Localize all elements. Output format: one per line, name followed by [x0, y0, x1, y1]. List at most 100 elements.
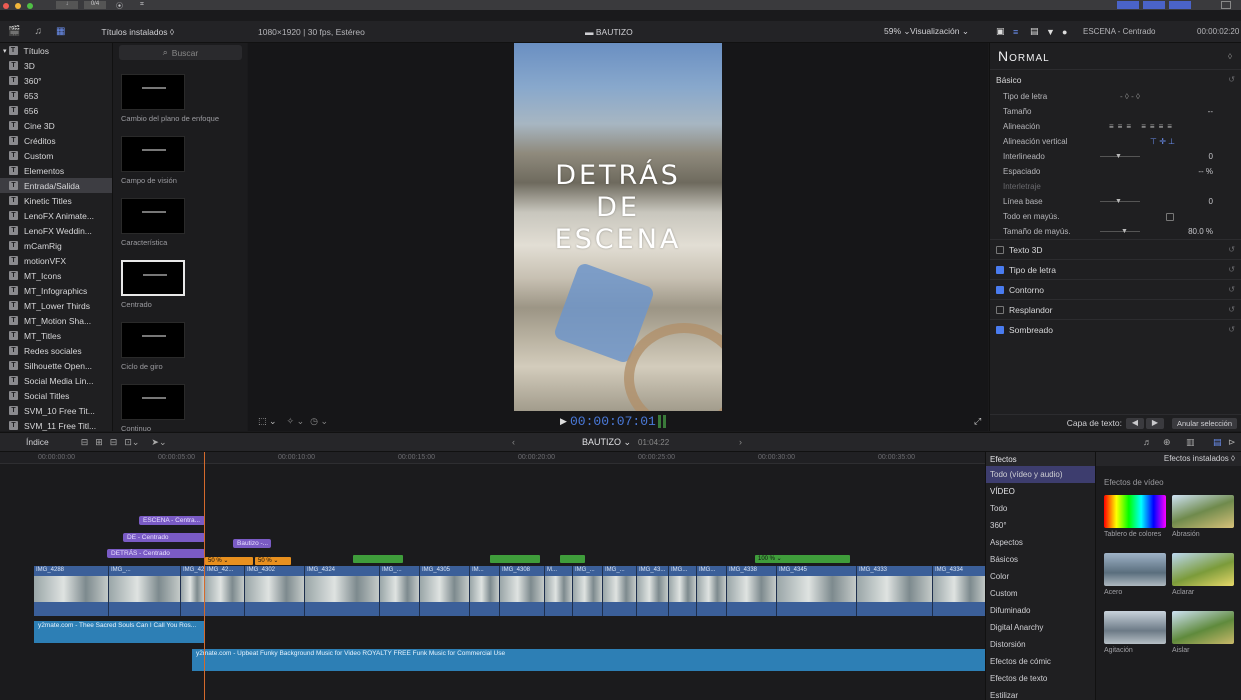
- title-clip[interactable]: DE - Centrado: [123, 533, 205, 542]
- sidebar-item[interactable]: T SVM_11 Free Titl...: [0, 418, 112, 433]
- back-icon[interactable]: ‹: [512, 437, 515, 447]
- effects-category[interactable]: VÍDEO: [986, 483, 1095, 500]
- zoom-menu[interactable]: 59% ⌄: [884, 26, 911, 37]
- video-clip[interactable]: IMG...: [697, 566, 727, 616]
- video-clip[interactable]: IMG_...: [603, 566, 637, 616]
- video-clip[interactable]: IMG_4288: [34, 566, 109, 616]
- effects-category[interactable]: Digital Anarchy: [986, 619, 1095, 636]
- timeline-ruler[interactable]: 00:00:00:00 00:00:05:00 00:00:10:00 00:00:1…: [0, 452, 985, 464]
- effects-category[interactable]: Básicos: [986, 551, 1095, 568]
- video-clip[interactable]: IMG_4333: [857, 566, 933, 616]
- inspector-video-icon[interactable]: ▤: [1030, 26, 1039, 37]
- title-thumbnail[interactable]: [121, 198, 185, 234]
- basic-section[interactable]: Básico ↺: [990, 69, 1241, 89]
- video-clip[interactable]: IMG_4345: [777, 566, 857, 616]
- sidebar-item[interactable]: T MT_Icons: [0, 268, 112, 283]
- audio-clip-1[interactable]: y2mate.com - Thee Sacred Souls Can I Cal…: [34, 621, 204, 643]
- sidebar-item[interactable]: T LenoFX Animate...: [0, 208, 112, 223]
- retime-bar[interactable]: 50 % ⌄: [255, 557, 291, 565]
- sidebar-item[interactable]: T Custom: [0, 148, 112, 163]
- transitions-browser-icon[interactable]: ⊳: [1228, 437, 1236, 448]
- titles-installed-menu[interactable]: Títulos instalados ◊: [101, 27, 174, 37]
- inspector-row[interactable]: Tipo de letra - ◊ - ◊: [990, 89, 1241, 104]
- sidebar-item[interactable]: TmotionVFX: [0, 253, 112, 268]
- fullscreen-viewer-icon[interactable]: ⤢: [974, 416, 981, 427]
- inspector-text-icon[interactable]: ≡: [1013, 27, 1018, 37]
- all-caps-checkbox[interactable]: [1166, 212, 1174, 221]
- video-clip[interactable]: IMG_43...: [637, 566, 669, 616]
- sidebar-item[interactable]: T Entrada/Salida: [0, 178, 112, 193]
- effect-thumbnail[interactable]: [1104, 611, 1166, 644]
- next-layer-button[interactable]: ▶: [1146, 417, 1164, 429]
- inspector-row[interactable]: Línea base ▼ 0: [990, 194, 1241, 209]
- retime-bar[interactable]: [490, 555, 540, 563]
- effects-category[interactable]: Color: [986, 568, 1095, 585]
- effects-category[interactable]: Aspectos: [986, 534, 1095, 551]
- inspector-section[interactable]: Tipo de letra ↺: [990, 259, 1241, 279]
- inspector-section[interactable]: Texto 3D ↺: [990, 239, 1241, 259]
- section-checkbox[interactable]: [996, 325, 1004, 334]
- close-window-icon[interactable]: [3, 3, 9, 9]
- reset-icon[interactable]: ↺: [1228, 75, 1235, 84]
- sidebar-item[interactable]: T Elementos: [0, 163, 112, 178]
- sidebar-item[interactable]: T MT_Titles: [0, 328, 112, 343]
- sidebar-item[interactable]: T LenoFX Weddin...: [0, 223, 112, 238]
- inspector-row[interactable]: Tamaño --: [990, 104, 1241, 119]
- primary-storyline[interactable]: IMG_4288IMG_...IMG_4288IMG_42...IMG_4302…: [34, 566, 987, 616]
- share-button[interactable]: ⌗: [140, 1, 154, 9]
- titles-icon[interactable]: ▦: [56, 26, 65, 37]
- inspector-section[interactable]: Sombreado ↺: [990, 319, 1241, 339]
- select-tool-icon[interactable]: ➤⌄: [151, 437, 166, 448]
- video-clip[interactable]: IMG_...: [109, 566, 181, 616]
- audio-skimming-icon[interactable]: ♬: [1143, 437, 1152, 447]
- workspace-button-1[interactable]: [1117, 1, 1139, 9]
- video-clip[interactable]: IMG_4308: [500, 566, 545, 616]
- effect-thumbnail[interactable]: [1104, 553, 1166, 586]
- inspector-row[interactable]: Alineación vertical ⊤ ✛ ⊥: [990, 134, 1241, 149]
- section-checkbox[interactable]: [996, 265, 1004, 274]
- inspector-row[interactable]: Interletraje: [990, 179, 1241, 194]
- append-clip-icon[interactable]: ⊟: [110, 437, 118, 448]
- transform-icon[interactable]: ⬚ ⌄: [258, 416, 277, 427]
- inspector-section[interactable]: Contorno ↺: [990, 279, 1241, 299]
- effects-category[interactable]: Custom: [986, 585, 1095, 602]
- clapper-icon[interactable]: 🎬: [8, 26, 20, 37]
- effects-category[interactable]: Distorsión: [986, 636, 1095, 653]
- slider-knob-icon[interactable]: ▼: [1121, 228, 1128, 235]
- video-clip[interactable]: IMG_...: [380, 566, 420, 616]
- previous-layer-button[interactable]: ◀: [1126, 417, 1144, 429]
- sidebar-item[interactable]: T Cine 3D: [0, 118, 112, 133]
- sidebar-item[interactable]: T Kinetic Titles: [0, 193, 112, 208]
- sidebar-item[interactable]: T 3D: [0, 58, 112, 73]
- connect-clip-icon[interactable]: ⊟: [81, 437, 89, 448]
- video-clip[interactable]: IMG_4324: [305, 566, 380, 616]
- effects-category[interactable]: Todo (vídeo y audio): [986, 466, 1095, 483]
- title-clip[interactable]: Bautizo -...: [233, 539, 271, 548]
- sidebar-root-titles[interactable]: ▾ T Títulos: [0, 43, 112, 58]
- sidebar-item[interactable]: T MT_Infographics: [0, 283, 112, 298]
- title-clip[interactable]: ESCENA - Centra...: [139, 516, 205, 525]
- retime-bar[interactable]: [560, 555, 585, 563]
- keywords-button[interactable]: 0/4: [84, 1, 106, 9]
- retime-bar[interactable]: 100 % ⌄: [755, 555, 850, 563]
- retime-bar[interactable]: [353, 555, 403, 563]
- title-thumbnail[interactable]: [121, 260, 185, 296]
- sidebar-item[interactable]: T SVM_10 Free Tit...: [0, 403, 112, 418]
- video-clip[interactable]: IMG_4302: [245, 566, 305, 616]
- reset-icon[interactable]: ↺: [1228, 285, 1235, 294]
- solo-icon[interactable]: ⊕: [1163, 437, 1171, 448]
- view-menu[interactable]: Visualización ⌄: [910, 26, 969, 37]
- music-icon[interactable]: ♫: [34, 26, 42, 37]
- inspector-info-icon[interactable]: ●: [1062, 27, 1067, 37]
- index-button[interactable]: Índice: [26, 437, 49, 447]
- effect-thumbnail[interactable]: [1172, 611, 1234, 644]
- effects-category[interactable]: 360°: [986, 517, 1095, 534]
- workspace-button-3[interactable]: [1169, 1, 1191, 9]
- retime-bar[interactable]: 50 % ⌄: [205, 557, 253, 565]
- section-checkbox[interactable]: [996, 285, 1004, 294]
- video-clip[interactable]: M...: [545, 566, 573, 616]
- sidebar-item[interactable]: T 653: [0, 88, 112, 103]
- timeline-project-menu[interactable]: BAUTIZO ⌄: [582, 437, 631, 448]
- vertical-alignment-icons[interactable]: ⊤ ✛ ⊥: [1150, 137, 1175, 146]
- effect-thumbnail[interactable]: [1172, 553, 1234, 586]
